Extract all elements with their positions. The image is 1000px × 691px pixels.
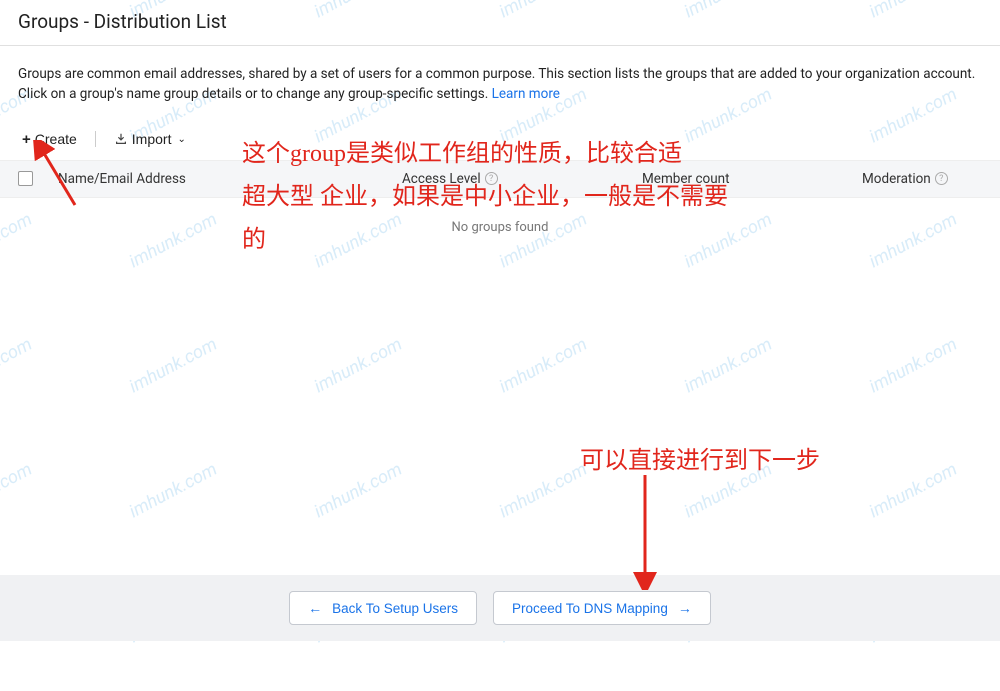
annotation-arrow-proceed <box>625 470 665 590</box>
empty-state: No groups found <box>0 198 1000 257</box>
arrow-right-icon: → <box>678 600 692 616</box>
create-button[interactable]: + Create <box>18 129 81 150</box>
footer-nav: ← Back To Setup Users Proceed To DNS Map… <box>0 575 1000 641</box>
page-header: Groups - Distribution List <box>0 0 1000 46</box>
select-all-checkbox[interactable] <box>18 171 33 186</box>
import-button[interactable]: Import ⌄ <box>110 129 190 149</box>
table-header: Name/Email Address Access Level ? Member… <box>0 160 1000 198</box>
col-name-header[interactable]: Name/Email Address <box>58 171 402 187</box>
back-label: Back To Setup Users <box>332 601 458 616</box>
import-label: Import <box>132 131 172 147</box>
chevron-down-icon: ⌄ <box>177 134 185 145</box>
annotation-bottom: 可以直接进行到下一步 <box>580 440 820 483</box>
toolbar: + Create Import ⌄ <box>0 119 1000 160</box>
checkbox-col <box>18 171 58 186</box>
toolbar-divider <box>95 131 96 147</box>
help-icon[interactable]: ? <box>935 172 948 185</box>
arrow-left-icon: ← <box>308 600 322 616</box>
proceed-button[interactable]: Proceed To DNS Mapping → <box>493 591 711 625</box>
learn-more-link[interactable]: Learn more <box>492 86 560 102</box>
page-description: Groups are common email addresses, share… <box>0 46 1000 119</box>
col-moderation-header[interactable]: Moderation ? <box>862 171 982 187</box>
import-icon <box>114 132 128 146</box>
plus-icon: + <box>22 131 31 148</box>
create-label: Create <box>35 131 77 147</box>
proceed-label: Proceed To DNS Mapping <box>512 601 668 616</box>
col-member-header[interactable]: Member count <box>642 171 862 187</box>
back-button[interactable]: ← Back To Setup Users <box>289 591 477 625</box>
col-access-header[interactable]: Access Level ? <box>402 171 642 187</box>
help-icon[interactable]: ? <box>485 172 498 185</box>
page-title: Groups - Distribution List <box>18 10 982 33</box>
